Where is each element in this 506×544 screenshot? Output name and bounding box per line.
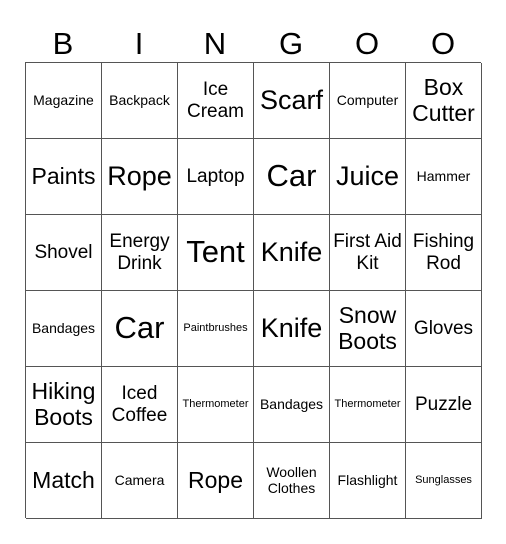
bingo-grid: Magazine Backpack Ice Cream Scarf Computer Bo… [25, 62, 482, 519]
header-letter-o-2: O [430, 26, 456, 61]
bingo-cell[interactable]: Tent [178, 215, 254, 291]
bingo-cell[interactable]: Energy Drink [102, 215, 178, 291]
bingo-cell[interactable]: Snow Boots [330, 291, 406, 367]
bingo-cell[interactable]: Laptop [178, 139, 254, 215]
bingo-cell[interactable]: Flashlight [330, 443, 406, 519]
bingo-cell[interactable]: Thermometer [178, 367, 254, 443]
bingo-cell[interactable]: Fishing Rod [406, 215, 482, 291]
bingo-cell[interactable]: Puzzle [406, 367, 482, 443]
header-letter-o: O [354, 26, 380, 61]
bingo-cell[interactable]: Paints [26, 139, 102, 215]
bingo-cell[interactable]: Thermometer [330, 367, 406, 443]
bingo-cell[interactable]: Bandages [26, 291, 102, 367]
bingo-cell[interactable]: Rope [102, 139, 178, 215]
bingo-cell[interactable]: Juice [330, 139, 406, 215]
bingo-cell[interactable]: Computer [330, 63, 406, 139]
header-letter-i: I [134, 26, 144, 61]
bingo-cell[interactable]: Rope [178, 443, 254, 519]
header-letter-n: N [203, 26, 227, 61]
bingo-cell[interactable]: Match [26, 443, 102, 519]
bingo-cell[interactable]: Car [102, 291, 178, 367]
bingo-cell[interactable]: Camera [102, 443, 178, 519]
bingo-cell[interactable]: Bandages [254, 367, 330, 443]
bingo-cell[interactable]: Shovel [26, 215, 102, 291]
bingo-cell[interactable]: Hammer [406, 139, 482, 215]
bingo-cell[interactable]: Knife [254, 215, 330, 291]
bingo-cell[interactable]: Box Cutter [406, 63, 482, 139]
bingo-cell[interactable]: Ice Cream [178, 63, 254, 139]
bingo-cell[interactable]: Iced Coffee [102, 367, 178, 443]
bingo-cell[interactable]: Car [254, 139, 330, 215]
bingo-header: B I N G O O [25, 26, 481, 62]
header-letter-g: G [278, 26, 304, 61]
bingo-cell[interactable]: Magazine [26, 63, 102, 139]
header-letter-b: B [52, 26, 74, 61]
bingo-cell[interactable]: Hiking Boots [26, 367, 102, 443]
bingo-cell[interactable]: Paintbrushes [178, 291, 254, 367]
bingo-cell[interactable]: Knife [254, 291, 330, 367]
bingo-cell[interactable]: Scarf [254, 63, 330, 139]
bingo-cell[interactable]: Sunglasses [406, 443, 482, 519]
bingo-cell[interactable]: Backpack [102, 63, 178, 139]
bingo-cell[interactable]: Gloves [406, 291, 482, 367]
bingo-cell[interactable]: First Aid Kit [330, 215, 406, 291]
bingo-cell[interactable]: Woollen Clothes [254, 443, 330, 519]
